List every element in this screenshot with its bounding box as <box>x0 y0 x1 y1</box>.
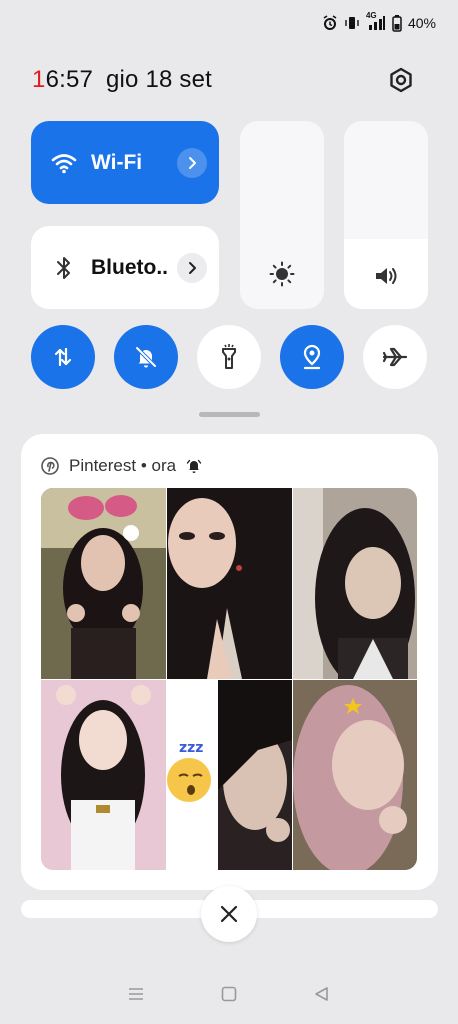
location-toggle[interactable] <box>280 325 344 389</box>
bluetooth-icon <box>51 255 77 281</box>
volume-icon <box>344 265 428 287</box>
chevron-right-icon <box>189 156 196 169</box>
pin-images-grid[interactable]: zzz <box>41 488 417 870</box>
wifi-tile[interactable]: Wi-Fi <box>31 121 219 204</box>
pin-image <box>167 488 292 679</box>
drag-handle[interactable] <box>199 412 260 417</box>
bell-off-icon <box>135 346 157 368</box>
wifi-icon <box>51 150 77 176</box>
vibrate-icon <box>344 15 360 31</box>
airplane-icon <box>382 347 408 367</box>
volume-slider[interactable] <box>344 121 428 309</box>
pin-image <box>41 680 166 870</box>
back-button[interactable] <box>313 985 331 1008</box>
clock-date[interactable]: 16:57 gio 18 set <box>32 66 212 94</box>
clock-first-digit: 1 <box>32 66 46 93</box>
clear-notifications-button[interactable] <box>201 886 257 942</box>
network-label: 4G <box>365 11 377 20</box>
brightness-slider[interactable] <box>240 121 324 309</box>
date-label: gio 18 set <box>105 66 213 93</box>
data-arrows-icon <box>54 347 72 367</box>
airplane-mode-toggle[interactable] <box>363 325 427 389</box>
notification-header: Pinterest • ora <box>41 456 202 476</box>
settings-button[interactable] <box>384 63 418 97</box>
notification-app-name: Pinterest • ora <box>69 456 177 475</box>
wifi-label: Wi-Fi <box>91 150 143 174</box>
signal-icon: 4G <box>366 11 386 31</box>
pinterest-notification[interactable]: Pinterest • ora zzz <box>21 434 438 890</box>
pin-image <box>293 488 417 679</box>
pin-image <box>293 680 417 870</box>
mobile-data-toggle[interactable] <box>31 325 95 389</box>
flashlight-icon <box>222 344 236 369</box>
quick-toggles <box>31 325 427 389</box>
chevron-right-icon <box>189 261 196 274</box>
brightness-icon <box>240 261 324 287</box>
wifi-details-button[interactable] <box>177 147 207 178</box>
silent-mode-toggle[interactable] <box>114 325 178 389</box>
bluetooth-tile[interactable]: Blueto.. <box>31 226 219 309</box>
location-pin-icon <box>303 344 321 370</box>
bluetooth-details-button[interactable] <box>177 252 207 283</box>
menu-lines-icon <box>129 987 144 1000</box>
quick-settings-header: 16:57 gio 18 set <box>32 60 418 100</box>
svg-text:zzz: zzz <box>179 740 203 756</box>
pin-image <box>41 488 166 679</box>
status-bar: 4G 40% <box>322 10 436 36</box>
alarm-icon <box>322 15 338 31</box>
recents-button[interactable] <box>127 986 145 1007</box>
clock-time: 6:57 <box>45 66 94 93</box>
pinterest-icon <box>41 457 59 475</box>
triangle-back-icon <box>314 986 328 1001</box>
home-button[interactable] <box>220 985 238 1008</box>
pin-image <box>218 680 292 870</box>
square-icon <box>221 986 237 1001</box>
close-icon <box>220 905 238 923</box>
alert-bell-icon <box>186 459 202 473</box>
battery-icon <box>392 14 402 32</box>
pin-image: zzz <box>167 680 217 870</box>
battery-percentage: 40% <box>407 15 436 31</box>
gear-icon <box>390 67 412 93</box>
flashlight-toggle[interactable] <box>197 325 261 389</box>
navigation-bar <box>0 980 458 1012</box>
bluetooth-label: Blueto.. <box>91 255 168 279</box>
